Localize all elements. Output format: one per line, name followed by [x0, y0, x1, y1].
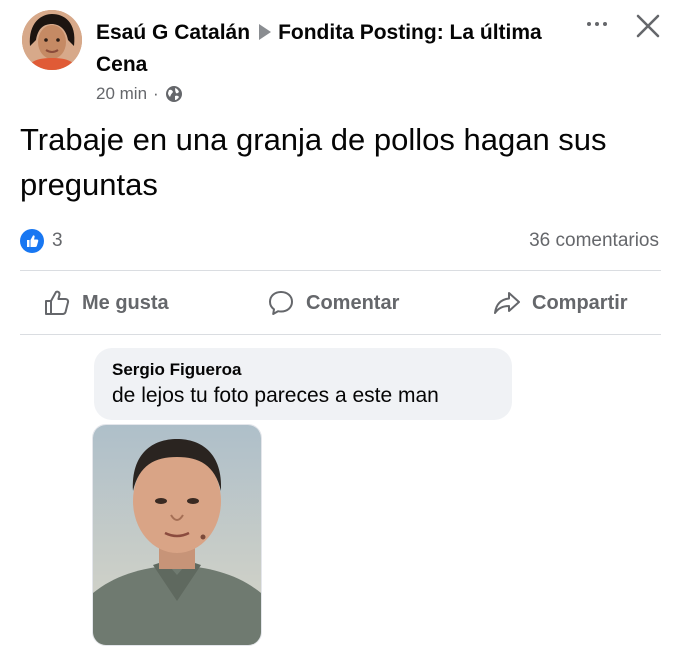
- comment-bubble[interactable]: Sergio Figueroa de lejos tu foto pareces…: [94, 348, 512, 420]
- comment-text: de lejos tu foto pareces a este man: [112, 384, 439, 407]
- share-icon: [494, 292, 520, 314]
- post-time[interactable]: 20 min: [96, 84, 147, 104]
- dot-icon: [587, 22, 591, 26]
- globe-icon: [165, 86, 182, 102]
- portrait-image: [93, 425, 261, 645]
- comments-count[interactable]: 36 comentarios: [529, 230, 659, 252]
- divider: [20, 270, 661, 271]
- share-button[interactable]: Compartir: [492, 288, 628, 318]
- like-button[interactable]: Me gusta: [42, 288, 169, 318]
- comment-author[interactable]: Sergio Figueroa: [112, 358, 494, 382]
- thumbs-up-icon: [45, 290, 70, 315]
- more-options-button[interactable]: [580, 12, 614, 36]
- arrow-right-icon: [259, 24, 272, 40]
- author-avatar[interactable]: [22, 10, 82, 70]
- dot-icon: [595, 22, 599, 26]
- comment-label: Comentar: [306, 291, 400, 314]
- author-name[interactable]: Esaú G Catalán: [96, 21, 250, 44]
- reactions-count[interactable]: 3: [52, 230, 63, 252]
- comment-image[interactable]: [92, 424, 262, 646]
- meta-separator: ·: [153, 84, 159, 103]
- close-icon[interactable]: [634, 12, 662, 40]
- post-header: Esaú G Catalán Fondita Posting: La última…: [96, 17, 566, 81]
- avatar-image: [22, 10, 82, 70]
- divider: [20, 334, 661, 335]
- share-label: Compartir: [532, 291, 628, 314]
- post-text: Trabaje en una granja de pollos hagan su…: [20, 122, 607, 202]
- post-meta: 20 min ·: [96, 84, 183, 104]
- like-label: Me gusta: [82, 291, 169, 314]
- comment-button[interactable]: Comentar: [266, 288, 399, 318]
- comment-icon: [269, 291, 293, 315]
- dot-icon: [603, 22, 607, 26]
- like-reaction-icon[interactable]: [20, 229, 44, 253]
